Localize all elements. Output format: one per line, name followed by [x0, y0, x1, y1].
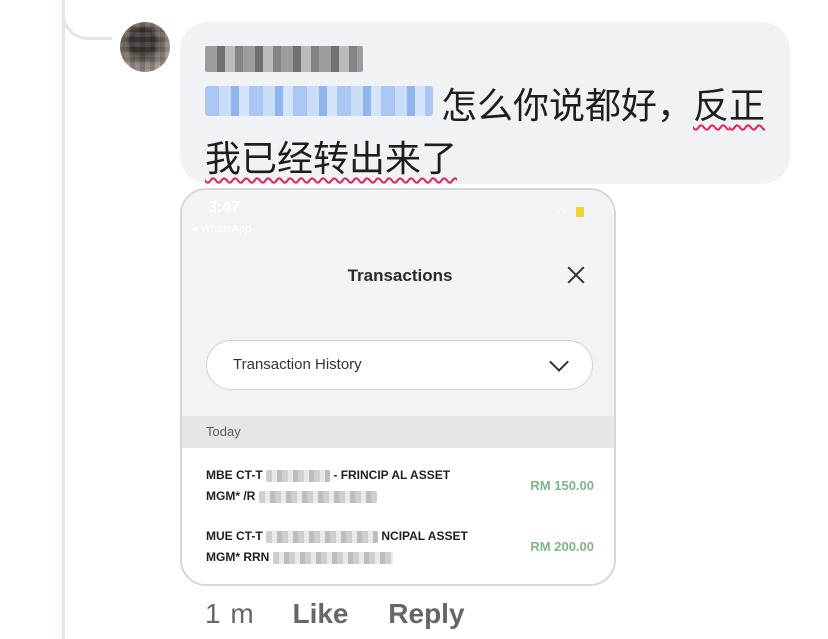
status-icons: ◠: [542, 206, 596, 220]
dropdown-value: Transaction History: [233, 356, 362, 373]
comment-text-main: 怎么你说都好，: [441, 86, 694, 127]
transaction-reference: MGM* RRN: [206, 550, 393, 564]
comment-actions: 1 m Like Reply: [205, 598, 497, 630]
avatar[interactable]: [120, 22, 170, 72]
screenshot-title: Transactions: [347, 266, 453, 285]
transaction-amount: RM 200.00: [530, 539, 594, 554]
transaction-amount: RM 150.00: [530, 478, 594, 493]
thread-connector: [62, 0, 112, 40]
section-header: Today: [182, 416, 614, 448]
reply-button[interactable]: Reply: [388, 598, 464, 629]
section-label: Today: [206, 424, 241, 439]
comment-text: 怎么你说都好，反正我已经转出来了: [205, 80, 775, 186]
thread-line: [62, 0, 65, 639]
like-button[interactable]: Like: [292, 598, 348, 629]
chevron-down-icon: [549, 352, 569, 372]
transaction-type-dropdown: Transaction History: [206, 340, 593, 390]
transaction-row: MBE CT-T - FRINCIP AL ASSET MGM* /R RM 1…: [182, 462, 614, 522]
wifi-icon: ◠: [556, 206, 567, 220]
transaction-reference: MGM* /R: [206, 489, 377, 503]
attached-screenshot[interactable]: 3:47 ◂ WhatsApp ◠ Transactions Transacti…: [180, 188, 616, 586]
transaction-description: MBE CT-T - FRINCIP AL ASSET: [206, 468, 451, 482]
status-time: 3:47: [208, 199, 241, 216]
avatar-mosaic: [120, 22, 170, 72]
battery-icon: [576, 207, 584, 217]
close-icon: [567, 266, 585, 284]
comment-text-underlined-start: 反: [693, 86, 730, 127]
transaction-row: MUE CT-T NCIPAL ASSET MGM* RRN RM 200.00: [182, 523, 614, 583]
status-back-app: ◂ WhatsApp: [192, 223, 252, 235]
transaction-description: MUE CT-T NCIPAL ASSET: [206, 529, 468, 543]
author-name-blurred[interactable]: [205, 46, 363, 72]
comment-timestamp[interactable]: 1 m: [205, 598, 255, 629]
